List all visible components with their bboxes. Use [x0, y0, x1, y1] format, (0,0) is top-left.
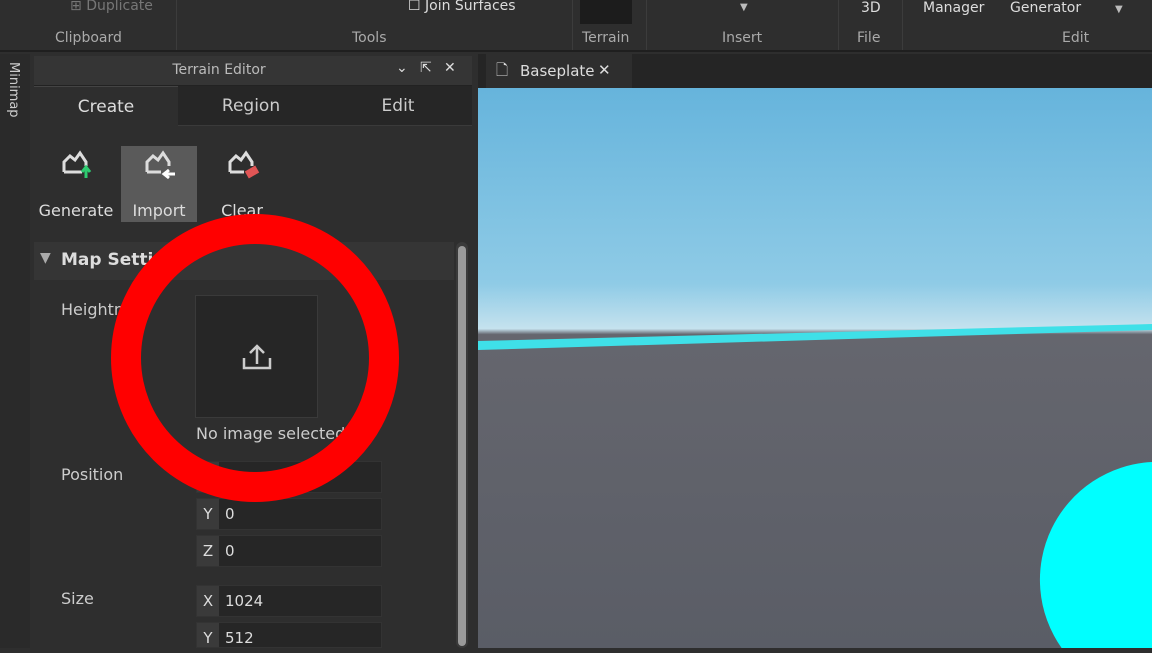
duplicate-label: Duplicate: [86, 0, 153, 14]
insert-dropdown-icon[interactable]: ▼: [740, 2, 748, 13]
3d-button[interactable]: 3D: [861, 0, 881, 16]
divider: [572, 0, 573, 50]
z-axis-label: Z: [197, 536, 219, 566]
tab-region[interactable]: Region: [178, 86, 324, 126]
clipboard-group-label: Clipboard: [55, 30, 122, 46]
join-surfaces-checkbox[interactable]: ☐ Join Surfaces: [408, 0, 516, 14]
size-y-value: 512: [225, 629, 254, 647]
manager-button[interactable]: Manager: [923, 0, 984, 16]
tab-create[interactable]: Create: [34, 86, 178, 126]
undock-icon[interactable]: ⇱: [420, 60, 432, 76]
tab-baseplate-label: Baseplate: [520, 62, 595, 80]
minimap-label: Minimap: [6, 62, 21, 118]
terrain-group-label: Terrain: [582, 30, 630, 46]
x-axis-label: X: [197, 586, 219, 616]
generator-dropdown-icon[interactable]: ▼: [1115, 4, 1123, 15]
close-icon[interactable]: ✕: [444, 60, 456, 76]
ribbon-toolbar: ⊞ Duplicate Clipboard ☐ Join Surfaces To…: [0, 0, 1152, 52]
import-icon: [145, 150, 175, 180]
baseplate-edge: [478, 324, 1152, 350]
tools-group-label: Tools: [352, 30, 387, 46]
join-surfaces-label: Join Surfaces: [425, 0, 516, 14]
generator-button[interactable]: Generator: [1010, 0, 1081, 16]
clear-icon: [228, 150, 260, 179]
divider: [838, 0, 839, 50]
y-axis-label: Y: [197, 623, 219, 647]
3d-viewport[interactable]: [478, 88, 1152, 648]
chevron-down-icon[interactable]: ⌄: [396, 60, 408, 76]
divider: [176, 0, 177, 50]
panel-title-bar: Terrain Editor ⌄ ⇱ ✕: [34, 56, 472, 86]
size-x-value: 1024: [225, 592, 264, 610]
document-icon: 🗋: [496, 61, 509, 79]
terrain-button[interactable]: [580, 0, 632, 24]
duplicate-button[interactable]: ⊞ Duplicate: [70, 0, 153, 14]
insert-group-label: Insert: [722, 30, 763, 46]
panel-scrollbar[interactable]: [456, 242, 468, 648]
minimap-tab[interactable]: Minimap: [0, 54, 30, 648]
size-x-field[interactable]: X 1024: [196, 585, 382, 617]
close-tab-icon[interactable]: ✕: [598, 61, 611, 79]
red-highlight-circle: [111, 214, 399, 502]
collapse-triangle-icon: ▼: [40, 250, 51, 266]
size-y-field[interactable]: Y 512: [196, 622, 382, 648]
panel-title: Terrain Editor: [172, 62, 266, 78]
position-z-field[interactable]: Z0: [196, 535, 382, 567]
divider: [902, 0, 903, 50]
scene: [478, 324, 1152, 648]
scrollbar-thumb[interactable]: [458, 246, 466, 646]
divider: [646, 0, 647, 50]
generate-icon: [62, 150, 92, 178]
position-z-value: 0: [225, 542, 235, 560]
edit-group-label: Edit: [1062, 30, 1090, 46]
file-group-label: File: [857, 30, 881, 46]
tab-edit[interactable]: Edit: [324, 86, 472, 126]
cyan-sphere: [1039, 462, 1152, 648]
tab-baseplate[interactable]: 🗋 Baseplate ✕: [486, 54, 632, 88]
size-label: Size: [61, 589, 94, 608]
